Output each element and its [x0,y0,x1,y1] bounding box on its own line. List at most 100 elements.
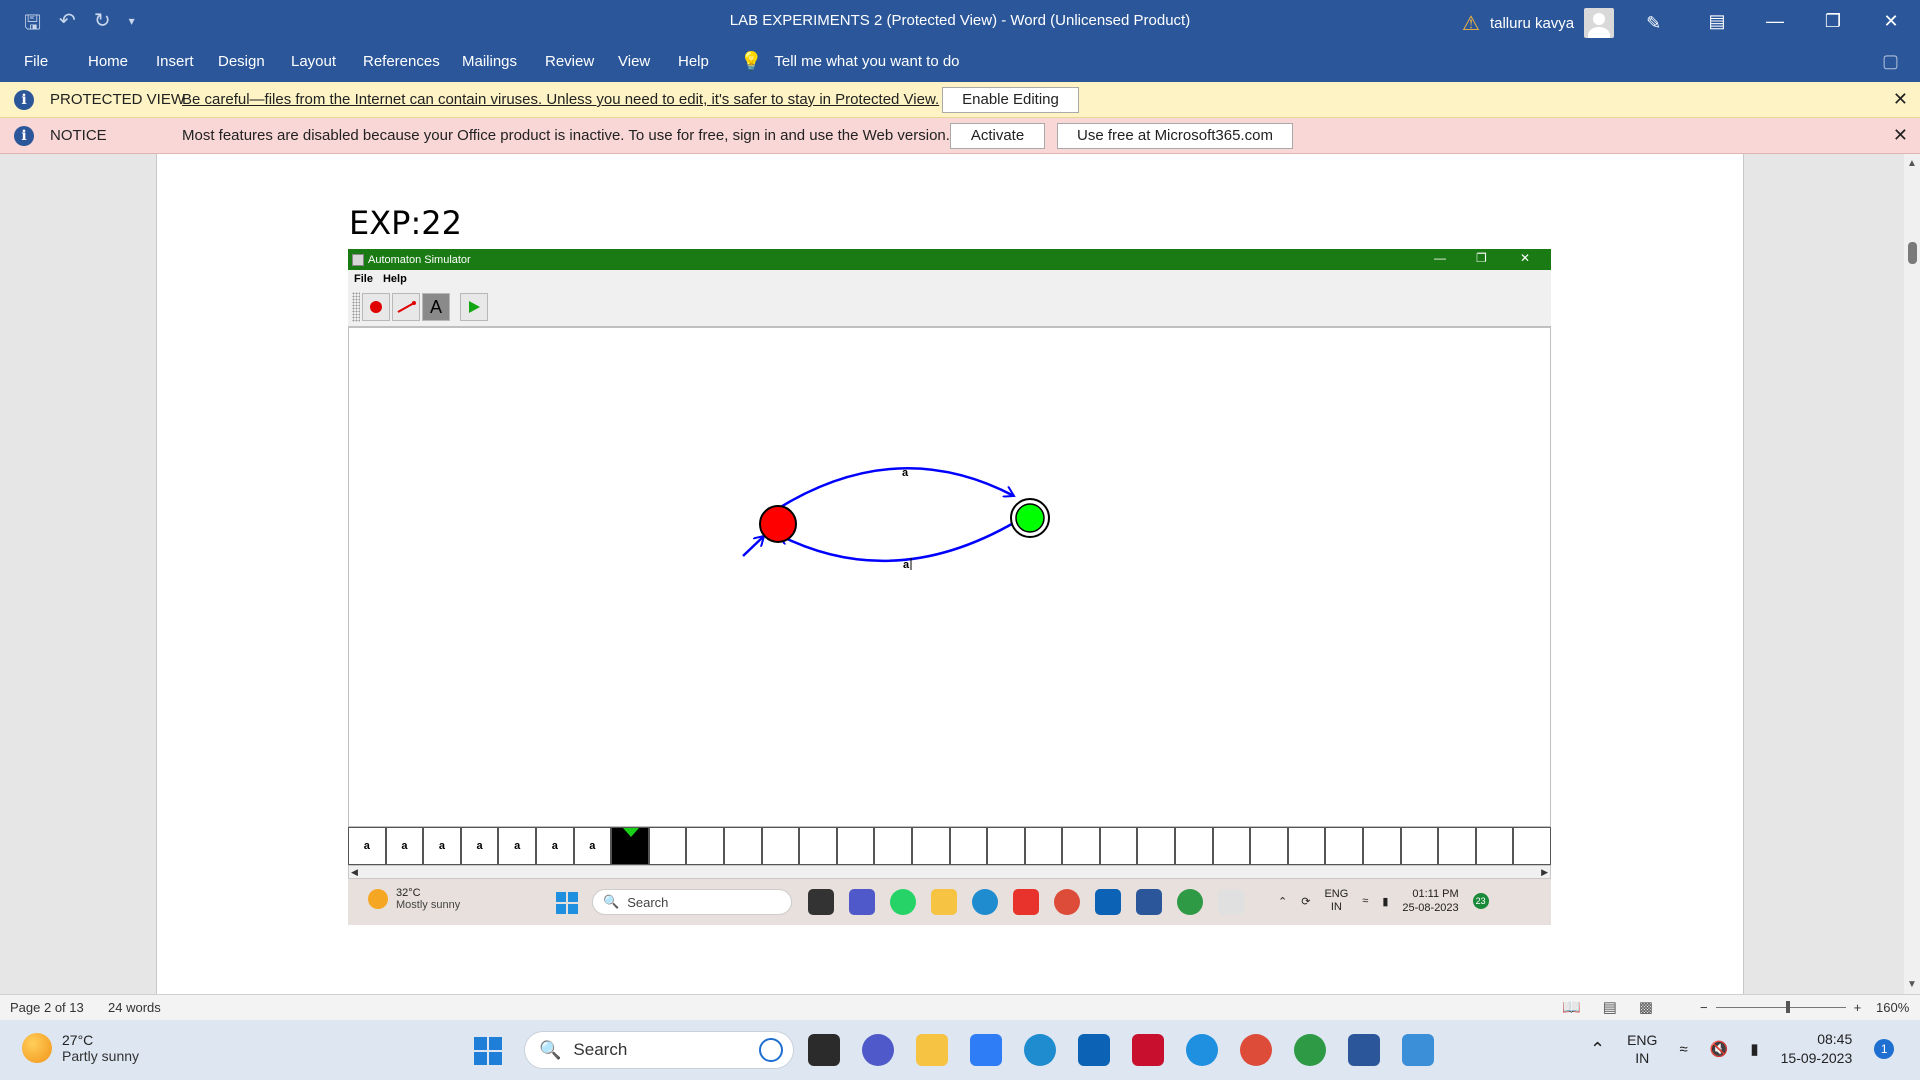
vertical-scrollbar[interactable]: ▲ ▼ [1904,154,1920,994]
restore-button[interactable]: ❐ [1804,0,1862,42]
teams-icon[interactable] [862,1034,894,1066]
battery-icon[interactable]: ▮ [1750,1040,1758,1058]
tape-cell: a [385,827,424,865]
weather-widget[interactable]: 27°C Partly sunny [22,1032,139,1064]
tell-me-label: Tell me what you want to do [774,53,960,70]
tape-cell [648,827,687,865]
screenshot-lang: ENG [1324,888,1349,900]
word-icon[interactable] [1348,1034,1380,1066]
zoom-out-icon[interactable]: − [1700,1000,1708,1015]
chrome-icon [1177,889,1203,915]
language-indicator[interactable]: ENG IN [1627,1031,1657,1067]
weather-icon [22,1033,52,1063]
web-layout-icon[interactable]: ▩ [1639,998,1653,1016]
minimize-button[interactable]: — [1746,0,1804,42]
simulator-title: Automaton Simulator [368,253,471,266]
screenshot-notification-badge: 23 [1472,893,1489,909]
tape-cell [723,827,762,865]
help-icon[interactable] [1186,1034,1218,1066]
protected-view-bar: i PROTECTED VIEW Be careful—files from t… [0,82,1920,118]
activate-button[interactable]: Activate [950,122,1045,149]
zoom-in-icon[interactable]: + [1854,1000,1862,1015]
page-count[interactable]: Page 2 of 13 [10,1000,84,1015]
tape-cell [799,827,837,865]
tab-view[interactable]: View [618,53,650,70]
chrome-profile-icon[interactable] [1294,1034,1326,1066]
pen-icon[interactable]: ✎ [1646,13,1661,34]
enable-editing-button[interactable]: Enable Editing [942,86,1079,113]
tab-mailings[interactable]: Mailings [462,53,517,70]
tab-help[interactable]: Help [678,53,709,70]
minimize-icon: — [1434,251,1446,265]
use-web-version-button[interactable]: Use free at Microsoft365.com [1057,122,1293,149]
avatar[interactable] [1584,8,1615,38]
transition-label-top: a [902,467,909,479]
close-button[interactable]: ✕ [1862,0,1920,42]
tape-cell [836,827,875,865]
tape-head [611,827,649,865]
photos-icon[interactable] [1402,1034,1434,1066]
chrome-icon[interactable] [1240,1034,1272,1066]
windows-start-icon[interactable] [474,1037,502,1065]
chevron-up-icon[interactable]: ⌃ [1590,1039,1605,1060]
tape-cell: a [460,827,499,865]
scroll-up-icon[interactable]: ▲ [1907,158,1917,169]
tab-home[interactable]: Home [88,53,128,70]
tab-references[interactable]: References [363,53,440,70]
tell-me-search[interactable]: 💡 Tell me what you want to do [740,51,960,72]
word-count[interactable]: 24 words [108,1000,161,1015]
mute-icon[interactable]: 🔇 [1710,1040,1729,1058]
edge-icon[interactable] [1024,1034,1056,1066]
close-icon[interactable]: ✕ [1893,89,1908,110]
ribbon-display-options-icon[interactable]: ▤ [1688,0,1746,42]
close-icon[interactable]: ✕ [1893,125,1908,146]
tape-cell [686,827,724,865]
zoom-slider[interactable]: − + [1700,1000,1861,1015]
ribbon-tabs: File Home Insert Design Layout Reference… [0,42,1920,82]
tab-layout[interactable]: Layout [291,53,336,70]
bing-icon[interactable] [759,1038,783,1062]
battery-icon: ▮ [1382,895,1389,908]
tape-cell [1400,827,1439,865]
notification-badge[interactable]: 1 [1874,1039,1895,1059]
pinned-apps [808,1034,1434,1066]
tape-cell [911,827,950,865]
screenshot-taskbar: 32°C Mostly sunny 🔍 Search ⌃ ⟳ ENG IN ≈ … [348,879,1551,925]
tab-design[interactable]: Design [218,53,265,70]
edge-icon [972,889,998,915]
info-icon: i [14,89,34,110]
zoom-knob[interactable] [1785,1001,1790,1013]
taskbar-search[interactable]: 🔍 Search [524,1031,794,1069]
account-area[interactable]: ⚠ talluru kavya ✎ [1462,8,1661,38]
clock[interactable]: 08:45 15-09-2023 [1781,1030,1853,1068]
store-icon[interactable] [1078,1034,1110,1066]
read-mode-icon[interactable]: 📖 [1562,998,1581,1016]
tab-review[interactable]: Review [545,53,594,70]
store-icon [1095,889,1121,915]
notice-message: Most features are disabled because your … [182,127,950,144]
user-name: talluru kavya [1489,14,1575,32]
zoom-level[interactable]: 160% [1876,1000,1909,1015]
task-view-icon[interactable] [808,1034,840,1066]
scroll-down-icon[interactable]: ▼ [1907,979,1917,990]
file-explorer-icon[interactable] [916,1034,948,1066]
wifi-icon[interactable]: ≈ [1679,1041,1687,1058]
simulator-toolbar: A [348,288,1551,327]
input-tape: aaaaaaa [348,827,1551,865]
tape-cell [761,827,800,865]
protected-view-message[interactable]: Be careful—files from the Internet can c… [182,91,939,108]
scroll-thumb[interactable] [1908,242,1917,264]
search-icon: 🔍 [603,894,620,909]
print-layout-icon[interactable]: ▤ [1603,998,1617,1016]
screenshot-weather: 32°C Mostly sunny [368,887,460,911]
myhp-icon[interactable] [970,1034,1002,1066]
app-icon [808,889,834,915]
tab-insert[interactable]: Insert [156,53,194,70]
scroll-right-icon: ▶ [1541,867,1548,877]
tab-file[interactable]: File [24,53,48,70]
transition-arrow-top [770,467,1014,515]
mcafee-icon[interactable] [1132,1034,1164,1066]
zoom-track[interactable] [1715,1001,1846,1013]
app-icon [849,889,875,915]
comments-icon[interactable]: ▢ [1882,51,1899,72]
